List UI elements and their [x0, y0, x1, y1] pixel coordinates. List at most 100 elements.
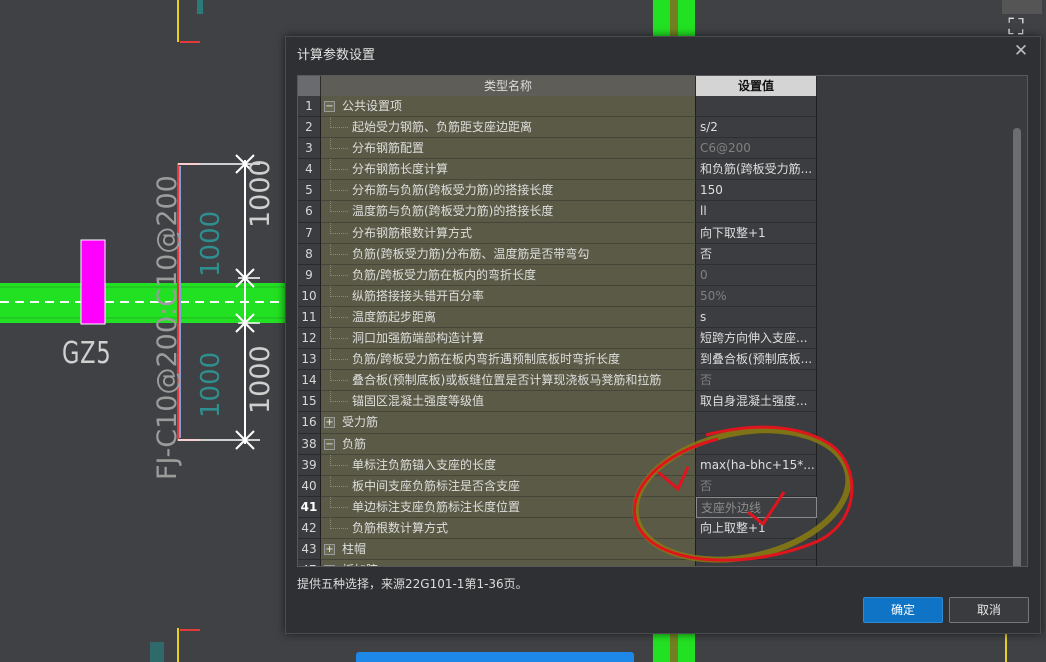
param-name-cell[interactable]: 单标注负筋锚入支座的长度 — [321, 454, 696, 476]
column-label: GZ5 — [62, 336, 112, 371]
row-number: 41 — [298, 496, 321, 518]
row-label: 板中间支座负筋标注是否含支座 — [352, 478, 521, 493]
expand-icon[interactable]: + — [324, 543, 335, 555]
table-row[interactable]: 12 洞口加强筋端部构造计算 短跨方向伸入支座... — [298, 328, 817, 350]
row-number: 16 — [298, 412, 321, 434]
param-name-cell[interactable]: 锚固区混凝土强度等级值 — [321, 391, 696, 413]
table-row[interactable]: 2 起始受力钢筋、负筋距支座边距离 s/2 — [298, 117, 817, 139]
setting-value-cell[interactable]: 和负筋(跨板受力筋... — [696, 159, 817, 181]
table-row[interactable]: 14 叠合板(预制底板)或板缝位置是否计算现浇板马凳筋和拉筋 否 — [298, 370, 817, 392]
table-row[interactable]: 7 分布钢筋根数计算方式 向下取整+1 — [298, 222, 817, 244]
row-label: 单边标注支座负筋标注长度位置 — [352, 499, 521, 514]
setting-value-cell[interactable]: ll — [696, 201, 817, 223]
group-name-cell[interactable]: + 柱帽 — [321, 538, 696, 561]
setting-value-cell[interactable] — [696, 538, 817, 561]
header-type-name[interactable]: 类型名称 — [321, 76, 696, 96]
row-label: 分布筋与负筋(跨板受力筋)的搭接长度 — [352, 183, 554, 198]
grid-header: 类型名称 设置值 — [298, 76, 817, 96]
collapse-icon[interactable]: − — [324, 438, 335, 450]
setting-value-cell[interactable]: 否 — [696, 370, 817, 392]
setting-value-cell[interactable]: 到叠合板(预制底板... — [696, 349, 817, 371]
setting-value-cell[interactable]: 150 — [696, 180, 817, 202]
setting-value-cell[interactable] — [696, 412, 817, 434]
vertical-scrollbar[interactable] — [1013, 86, 1021, 566]
group-name-cell[interactable]: − 公共设置项 — [321, 96, 696, 118]
setting-value-cell[interactable]: 否 — [696, 475, 817, 497]
tree-connector — [330, 454, 348, 466]
close-icon[interactable]: ✕ — [1011, 40, 1031, 62]
header-setting-value[interactable]: 设置值 — [696, 76, 817, 96]
dimension-upper: 1000 — [245, 159, 276, 228]
setting-value-cell[interactable] — [696, 560, 817, 566]
table-row[interactable]: 38− 负筋 — [298, 433, 817, 455]
setting-value-cell[interactable]: s/2 — [696, 117, 817, 139]
table-row[interactable]: 47+ 板加腋 — [298, 560, 817, 566]
setting-value-cell[interactable]: 向上取整+1 — [696, 517, 817, 539]
setting-value-cell[interactable]: 50% — [696, 285, 817, 307]
table-row[interactable]: 40 板中间支座负筋标注是否含支座 否 — [298, 475, 817, 497]
param-name-cell[interactable]: 叠合板(预制底板)或板缝位置是否计算现浇板马凳筋和拉筋 — [321, 370, 696, 392]
param-name-cell[interactable]: 起始受力钢筋、负筋距支座边距离 — [321, 117, 696, 139]
table-row[interactable]: 3 分布钢筋配置 C6@200 — [298, 138, 817, 160]
setting-value-cell[interactable]: s — [696, 306, 817, 329]
setting-value-cell[interactable]: 取自身混凝土强度... — [696, 391, 817, 413]
table-row[interactable]: 41 单边标注支座负筋标注长度位置 支座外边线 — [298, 496, 817, 518]
value-editor-field[interactable]: 支座外边线 — [696, 496, 817, 518]
param-name-cell[interactable]: 负筋根数计算方式 — [321, 517, 696, 539]
collapse-icon[interactable]: − — [324, 101, 335, 112]
setting-value-cell[interactable]: 短跨方向伸入支座... — [696, 328, 817, 350]
row-label: 公共设置项 — [342, 99, 403, 113]
param-name-cell[interactable]: 分布钢筋根数计算方式 — [321, 222, 696, 244]
table-row[interactable]: 9 负筋/跨板受力筋在板内的弯折长度 0 — [298, 264, 817, 286]
table-row[interactable]: 5 分布筋与负筋(跨板受力筋)的搭接长度 150 — [298, 180, 817, 202]
row-label: 分布钢筋根数计算方式 — [352, 225, 473, 240]
setting-value-cell[interactable]: 向下取整+1 — [696, 222, 817, 244]
setting-value-cell[interactable]: 否 — [696, 243, 817, 265]
table-row[interactable]: 42 负筋根数计算方式 向上取整+1 — [298, 517, 817, 539]
setting-value-cell[interactable]: max(ha-bhc+15*... — [696, 454, 817, 476]
table-row[interactable]: 43 + 柱帽 — [298, 538, 817, 561]
param-name-cell[interactable]: 洞口加强筋端部构造计算 — [321, 328, 696, 350]
dimension-lower: 1000 — [245, 345, 276, 414]
setting-value-cell[interactable]: 0 — [696, 264, 817, 286]
table-row[interactable]: 1− 公共设置项 — [298, 96, 817, 118]
scrollbar-thumb[interactable] — [1013, 128, 1021, 566]
cancel-button[interactable]: 取消 — [949, 597, 1029, 623]
param-name-cell[interactable]: 分布筋与负筋(跨板受力筋)的搭接长度 — [321, 180, 696, 202]
group-name-cell[interactable]: − 负筋 — [321, 433, 696, 455]
expand-icon[interactable]: + — [324, 565, 335, 566]
param-name-cell[interactable]: 负筋/跨板受力筋在板内的弯折长度 — [321, 264, 696, 286]
table-row[interactable]: 11 温度筋起步距离 s — [298, 306, 817, 329]
table-row[interactable]: 16 + 受力筋 — [298, 412, 817, 434]
param-name-cell[interactable]: 分布钢筋长度计算 — [321, 159, 696, 181]
table-row[interactable]: 8 负筋(跨板受力筋)分布筋、温度筋是否带弯勾 否 — [298, 243, 817, 265]
tree-connector — [330, 391, 348, 403]
param-name-cell[interactable]: 负筋(跨板受力筋)分布筋、温度筋是否带弯勾 — [321, 243, 696, 265]
setting-value-cell[interactable] — [696, 433, 817, 455]
header-row-number — [298, 76, 321, 96]
table-row[interactable]: 4 分布钢筋长度计算 和负筋(跨板受力筋... — [298, 159, 817, 181]
row-label: 分布钢筋配置 — [352, 141, 425, 156]
param-name-cell[interactable]: 温度筋起步距离 — [321, 306, 696, 329]
row-number: 7 — [298, 222, 321, 244]
setting-value-cell[interactable] — [696, 96, 817, 118]
param-name-cell[interactable]: 单边标注支座负筋标注长度位置 — [321, 496, 696, 518]
setting-value-cell[interactable]: C6@200 — [696, 138, 817, 160]
column-gz5 — [80, 239, 106, 325]
param-name-cell[interactable]: 纵筋搭接接头错开百分率 — [321, 285, 696, 307]
param-name-cell[interactable]: 负筋/跨板受力筋在板内弯折遇预制底板时弯折长度 — [321, 349, 696, 371]
group-name-cell[interactable]: + 受力筋 — [321, 412, 696, 434]
table-row[interactable]: 39 单标注负筋锚入支座的长度 max(ha-bhc+15*... — [298, 454, 817, 476]
param-name-cell[interactable]: 温度筋与负筋(跨板受力筋)的搭接长度 — [321, 201, 696, 223]
table-row[interactable]: 13 负筋/跨板受力筋在板内弯折遇预制底板时弯折长度 到叠合板(预制底板... — [298, 349, 817, 371]
table-row[interactable]: 15 锚固区混凝土强度等级值 取自身混凝土强度... — [298, 391, 817, 413]
row-label: 负筋/跨板受力筋在板内弯折遇预制底板时弯折长度 — [352, 352, 621, 367]
param-name-cell[interactable]: 板中间支座负筋标注是否含支座 — [321, 475, 696, 497]
param-name-cell[interactable]: 分布钢筋配置 — [321, 138, 696, 160]
row-label: 单标注负筋锚入支座的长度 — [352, 457, 497, 472]
ok-button[interactable]: 确定 — [863, 597, 943, 623]
table-row[interactable]: 10 纵筋搭接接头错开百分率 50% — [298, 285, 817, 307]
group-name-cell[interactable]: + 板加腋 — [321, 560, 696, 566]
table-row[interactable]: 6 温度筋与负筋(跨板受力筋)的搭接长度 ll — [298, 201, 817, 223]
expand-icon[interactable]: + — [324, 417, 335, 429]
